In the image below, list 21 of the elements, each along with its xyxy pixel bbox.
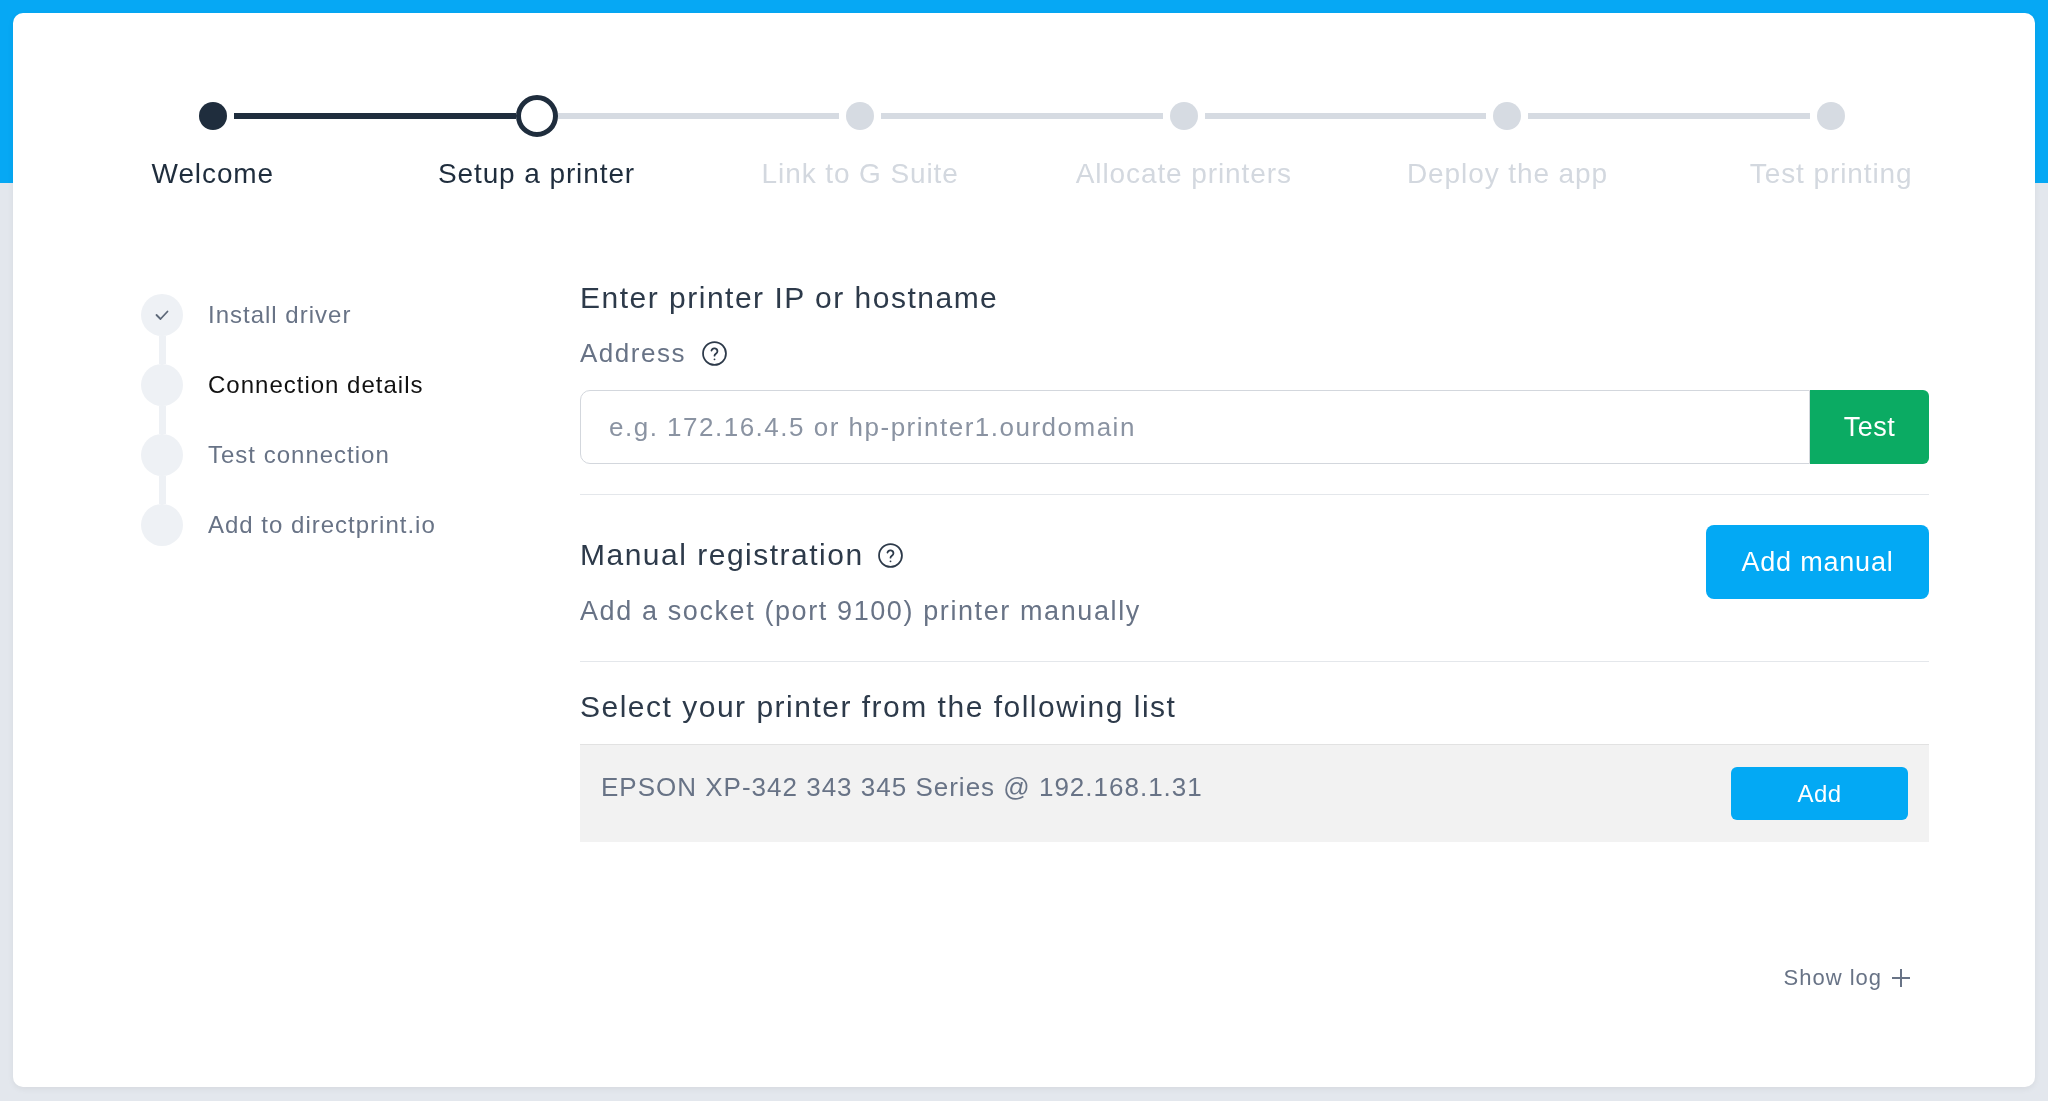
add-printer-button[interactable]: Add <box>1731 767 1908 820</box>
test-button[interactable]: Test <box>1810 390 1929 464</box>
plus-icon <box>1892 969 1910 987</box>
substep-label: Test connection <box>208 440 390 470</box>
help-icon[interactable] <box>877 542 903 568</box>
show-log-button[interactable]: Show log <box>1783 964 1910 992</box>
section-description: Add a socket (port 9100) printer manually <box>580 595 1141 628</box>
add-manual-button[interactable]: Add manual <box>1706 525 1929 599</box>
address-field[interactable]: e.g. 172.16.4.5 or hp-printer1.ourdomain <box>580 390 1810 464</box>
substep-label: Add to directprint.io <box>208 510 436 540</box>
section-title: Select your printer from the following list <box>580 689 1177 725</box>
field-label: Address <box>580 337 686 370</box>
printer-row[interactable]: EPSON XP-342 343 345 Series @ 192.168.1.31 Add <box>580 744 1929 842</box>
step-label: Welcome <box>151 158 275 190</box>
section-title: Manual registration <box>580 537 864 573</box>
section-title: Enter printer IP or hostname <box>580 280 999 316</box>
substep-label: Install driver <box>208 300 352 330</box>
printer-name: EPSON XP-342 343 345 Series @ 192.168.1.31 <box>601 771 1203 804</box>
substep-label: Connection details <box>208 370 424 400</box>
help-icon[interactable] <box>701 340 727 366</box>
step-label: Setup a printer <box>437 158 636 190</box>
